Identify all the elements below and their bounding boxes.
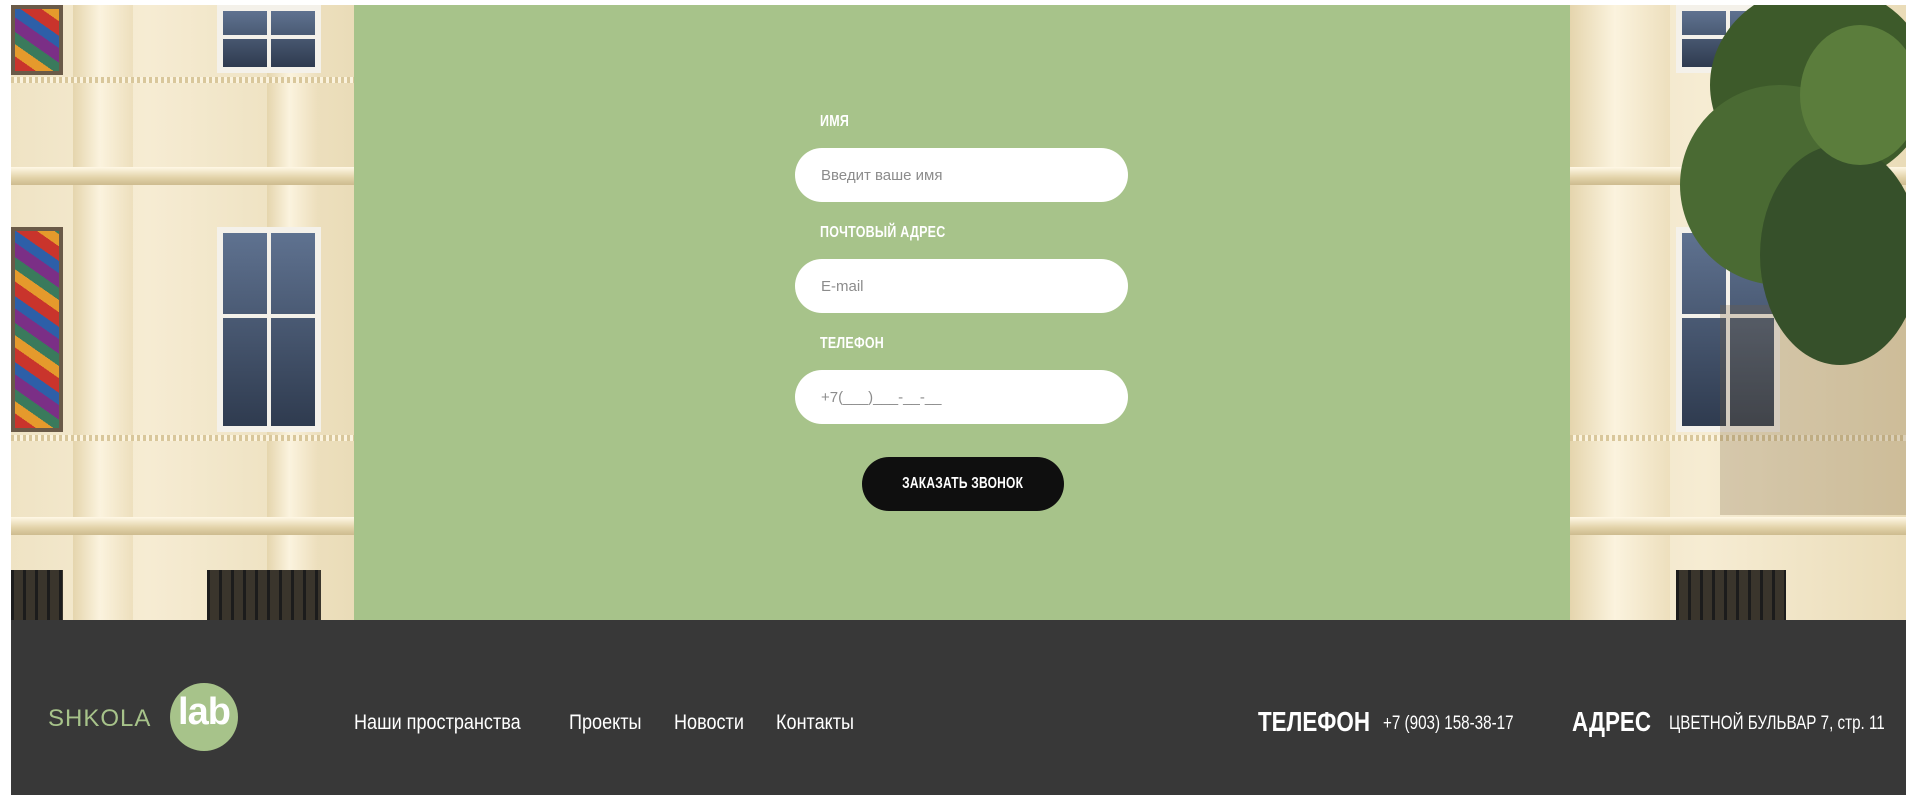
window-grille <box>207 570 321 620</box>
window <box>217 5 321 73</box>
tree-foliage <box>1760 145 1906 365</box>
nav-link-projects[interactable]: Проекты <box>569 711 641 735</box>
window <box>217 227 321 432</box>
cornice <box>11 167 354 185</box>
name-input[interactable] <box>795 148 1128 202</box>
callback-form-panel: ИМЯ ПОЧТОВЫЙ АДРЕС ТЕЛЕФОН ЗАКАЗАТЬ ЗВОН… <box>354 5 1570 620</box>
phone-input[interactable] <box>795 370 1128 424</box>
cornice-dentils <box>11 77 354 83</box>
address-title: АДРЕС <box>1572 706 1652 737</box>
address-value: ЦВЕТНОЙ БУЛЬВАР 7, стр. 11 <box>1669 713 1885 734</box>
footer: SHKOLA lab Наши пространства Проекты Нов… <box>11 620 1906 795</box>
order-call-button[interactable]: ЗАКАЗАТЬ ЗВОНОК <box>862 457 1064 511</box>
email-input[interactable] <box>795 259 1128 313</box>
logo-text: SHKOLA <box>48 705 152 732</box>
window-grille <box>1676 570 1786 620</box>
order-call-button-label: ЗАКАЗАТЬ ЗВОНОК <box>902 475 1024 492</box>
phone-title: ТЕЛЕФОН <box>1258 706 1370 737</box>
cornice <box>1570 517 1906 535</box>
background-building-left <box>11 5 354 620</box>
footer-nav: Наши пространства Проекты Новости Контак… <box>354 711 855 735</box>
window-grille <box>11 570 63 620</box>
logo-badge-text: lab <box>178 691 231 733</box>
nav-link-contacts[interactable]: Контакты <box>776 711 854 735</box>
page: ИМЯ ПОЧТОВЫЙ АДРЕС ТЕЛЕФОН ЗАКАЗАТЬ ЗВОН… <box>11 5 1906 795</box>
name-label: ИМЯ <box>820 113 850 130</box>
stained-glass-window <box>11 227 63 432</box>
phone-label: ТЕЛЕФОН <box>820 335 885 352</box>
email-label: ПОЧТОВЫЙ АДРЕС <box>820 224 946 241</box>
stained-glass-window <box>11 5 63 75</box>
background-building-right <box>1570 5 1906 620</box>
cornice-dentils <box>11 435 354 441</box>
shkola-lab-logo[interactable]: SHKOLA lab <box>48 683 248 753</box>
nav-link-spaces[interactable]: Наши пространства <box>354 711 521 735</box>
nav-link-news[interactable]: Новости <box>674 711 744 735</box>
phone-value[interactable]: +7 (903) 158-38-17 <box>1383 713 1514 735</box>
cornice <box>11 517 354 535</box>
